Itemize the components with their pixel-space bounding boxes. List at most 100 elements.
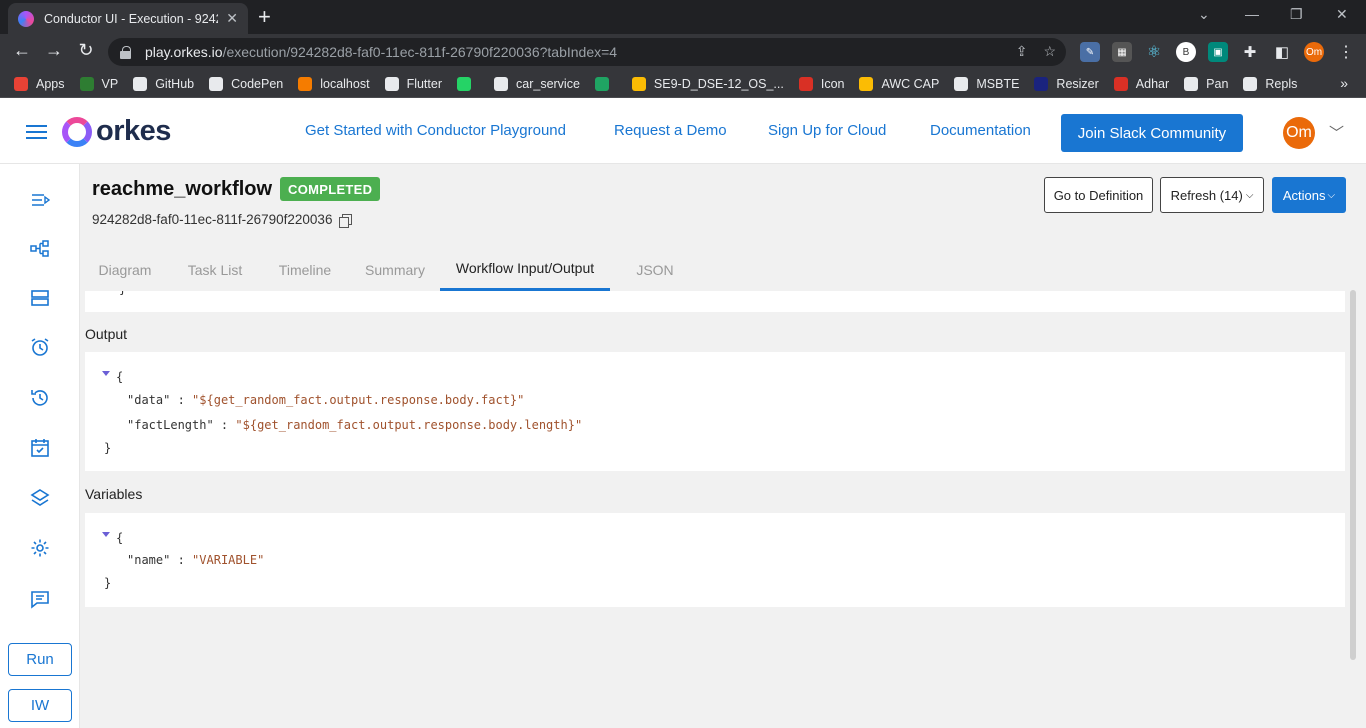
extensions-puzzle-icon[interactable]: ✚ <box>1240 42 1260 62</box>
input-output-content: } Output { "data" : "${get_random_fact.o… <box>80 291 1366 728</box>
output-json-line: "factLength" : "${get_random_fact.output… <box>127 418 583 432</box>
copy-icon[interactable] <box>339 213 353 228</box>
address-bar[interactable]: play.orkes.io /execution/924282d8-faf0-1… <box>108 38 1066 66</box>
collapse-caret-icon[interactable] <box>102 532 110 537</box>
executions-list-icon[interactable] <box>30 190 50 210</box>
get-started-link[interactable]: Get Started with Conductor Playground <box>305 122 566 139</box>
tab-task-list[interactable]: Task List <box>175 248 255 291</box>
bookmark-favicon-icon <box>298 76 313 91</box>
tab-diagram[interactable]: Diagram <box>85 248 165 291</box>
actions-label: Actions <box>1282 187 1326 203</box>
tab-json[interactable]: JSON <box>620 248 690 291</box>
tab-timeline[interactable]: Timeline <box>265 248 345 291</box>
bookmark-favicon-icon <box>631 76 646 91</box>
json-key: "data" <box>127 393 171 407</box>
page-scrollbar[interactable] <box>1350 290 1356 660</box>
bookmark-item[interactable]: SE9-D_DSE-12_OS_... <box>631 76 784 91</box>
window-close-icon[interactable]: ✕ <box>1336 6 1348 23</box>
bookmark-item[interactable]: Pan <box>1184 76 1229 91</box>
bookmark-item[interactable]: Icon <box>798 76 844 91</box>
run-button[interactable]: Run <box>8 643 72 676</box>
bookmark-item[interactable] <box>594 76 617 91</box>
bookmark-label: Pan <box>1206 76 1229 91</box>
restore-icon[interactable]: ❐ <box>1290 6 1303 23</box>
close-icon[interactable]: ✕ <box>226 10 238 27</box>
go-to-definition-button[interactable]: Go to Definition <box>1044 177 1153 213</box>
bookmark-item[interactable]: Repls <box>1243 76 1297 91</box>
extension-grid-icon[interactable]: ▦ <box>1112 42 1132 62</box>
iw-button[interactable]: IW <box>8 689 72 722</box>
bookmark-item[interactable]: MSBTE <box>954 76 1019 91</box>
workflow-id-text: 924282d8-faf0-11ec-811f-26790f220036 <box>92 212 333 227</box>
input-json-panel: } <box>85 291 1345 312</box>
join-slack-button[interactable]: Join Slack Community <box>1061 114 1243 152</box>
request-demo-link[interactable]: Request a Demo <box>614 122 727 139</box>
bookmark-item[interactable]: Apps <box>14 76 65 91</box>
bookmark-item[interactable]: Flutter <box>384 76 442 91</box>
json-value: "VARIABLE" <box>192 553 265 567</box>
profile-avatar[interactable]: Om <box>1304 42 1324 62</box>
chevron-down-icon[interactable]: ﹀ <box>1329 122 1344 143</box>
collapse-caret-icon[interactable] <box>102 371 110 376</box>
share-icon[interactable]: ⇪ <box>1016 43 1028 60</box>
bookmark-item[interactable] <box>457 76 479 91</box>
bookmark-item[interactable]: GitHub <box>133 76 195 91</box>
tab-summary[interactable]: Summary <box>355 248 435 291</box>
actions-button[interactable]: Actions ⌵ <box>1272 177 1346 213</box>
bookmark-item[interactable]: AWC CAP <box>859 76 939 91</box>
bookmark-label: CodePen <box>231 76 284 91</box>
bookmark-favicon-icon <box>1184 76 1199 91</box>
forward-arrow-icon[interactable]: → <box>42 40 66 61</box>
bookmark-item[interactable]: VP <box>79 76 118 91</box>
bookmark-label: GitHub <box>155 76 195 91</box>
browser-tab[interactable]: Conductor UI - Execution - 924282d8 ✕ <box>8 3 248 34</box>
input-json-close-brace: } <box>119 291 126 296</box>
chevron-down-icon[interactable]: ⌄ <box>1198 6 1210 23</box>
new-tab-icon[interactable]: + <box>258 5 271 29</box>
user-avatar[interactable]: Om <box>1283 117 1315 149</box>
orkes-logo[interactable]: orkes <box>62 115 171 148</box>
task-definitions-icon[interactable] <box>30 288 50 308</box>
gear-icon[interactable] <box>30 538 50 558</box>
react-devtools-icon[interactable]: ⚛ <box>1144 42 1164 62</box>
bookmark-item[interactable]: Resizer <box>1034 76 1099 91</box>
feedback-message-icon[interactable] <box>30 589 50 609</box>
output-close-brace: } <box>104 441 112 455</box>
status-badge: COMPLETED <box>280 177 381 201</box>
back-arrow-icon[interactable]: ← <box>10 40 34 61</box>
refresh-button[interactable]: Refresh (14) ⌵ <box>1160 177 1264 213</box>
browser-menu-icon[interactable]: ⋮ <box>1336 42 1356 62</box>
reload-icon[interactable]: ↻ <box>74 40 98 61</box>
extension-screen-icon[interactable]: ▣ <box>1208 42 1228 62</box>
bookmark-item[interactable]: Adhar <box>1113 76 1169 91</box>
documentation-link[interactable]: Documentation <box>930 122 1031 139</box>
layers-icon[interactable] <box>30 488 50 508</box>
more-bookmarks-icon[interactable]: » <box>1340 75 1348 91</box>
lock-icon[interactable] <box>120 45 131 59</box>
workflow-definitions-icon[interactable] <box>30 239 50 259</box>
tab-workflow-input-output[interactable]: Workflow Input/Output <box>440 248 610 291</box>
hamburger-menu-icon[interactable] <box>26 125 47 139</box>
side-panel-icon[interactable]: ◧ <box>1272 42 1292 62</box>
bookmark-star-icon[interactable]: ☆ <box>1043 43 1056 60</box>
bookmark-item[interactable]: CodePen <box>209 76 284 91</box>
history-icon[interactable] <box>30 388 50 408</box>
extension-pen-icon[interactable]: ✎ <box>1080 42 1100 62</box>
bookmark-item[interactable]: car_service <box>494 76 580 91</box>
bookmark-item[interactable]: localhost <box>298 76 370 91</box>
json-key: "name" <box>127 553 171 567</box>
app-header: orkes Get Started with Conductor Playgro… <box>0 98 1366 164</box>
execution-tabs: Diagram Task List Timeline Summary Workf… <box>80 248 1366 291</box>
output-json-line: "data" : "${get_random_fact.output.respo… <box>127 393 525 407</box>
browser-tab-title: Conductor UI - Execution - 924282d8 <box>44 11 218 26</box>
minimize-icon[interactable]: — <box>1245 6 1259 22</box>
bookmark-favicon-icon <box>494 76 508 91</box>
output-section-label: Output <box>85 326 128 342</box>
execution-main: reachme_workflow COMPLETED 924282d8-faf0… <box>80 164 1366 728</box>
bookmark-label: Flutter <box>406 76 442 91</box>
json-value: "${get_random_fact.output.response.body.… <box>192 393 525 407</box>
extension-b-icon[interactable]: B <box>1176 42 1196 62</box>
calendar-check-icon[interactable] <box>30 438 50 458</box>
sign-up-cloud-link[interactable]: Sign Up for Cloud <box>768 122 886 139</box>
alarm-clock-icon[interactable] <box>30 337 50 357</box>
